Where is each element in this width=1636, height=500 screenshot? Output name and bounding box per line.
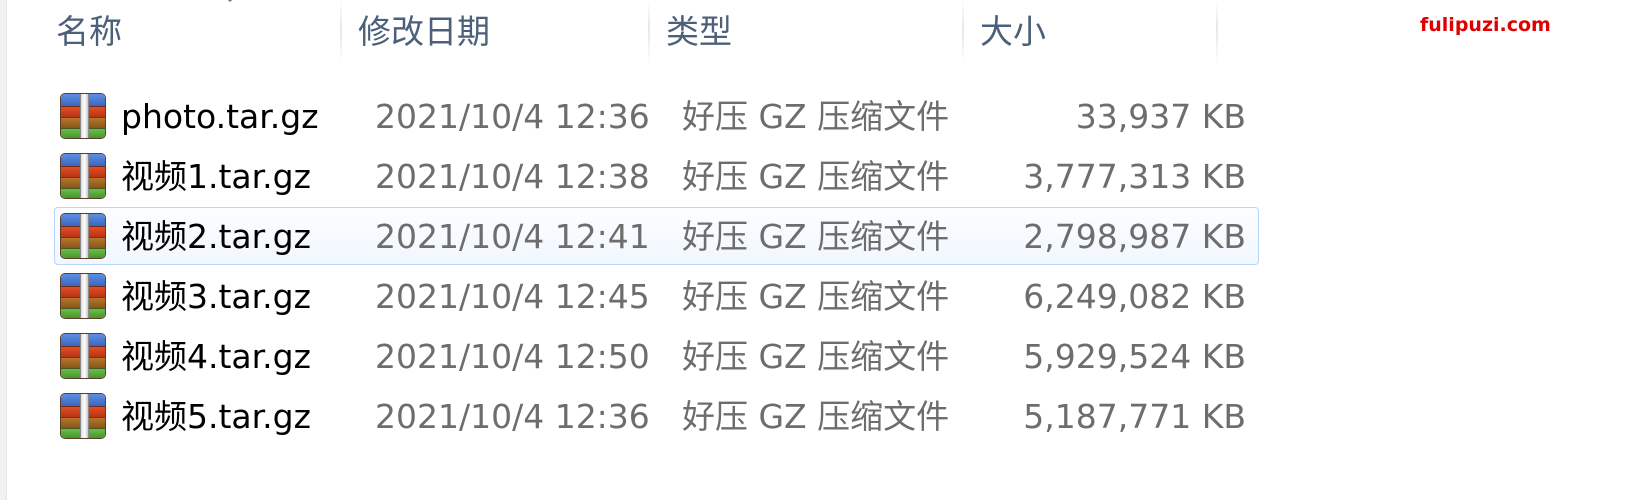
file-name: 视频2.tar.gz [121,217,311,256]
file-modified-date: 2021/10/4 12:50 [375,337,650,376]
file-size: 5,187,771 KB [1023,397,1246,436]
file-size: 6,249,082 KB [1023,277,1246,316]
archive-icon [60,393,106,439]
file-type: 好压 GZ 压缩文件 [682,97,950,136]
archive-icon [60,273,106,319]
file-size: 33,937 KB [1075,97,1246,136]
file-row[interactable]: 视频4.tar.gz 2021/10/4 12:50 好压 GZ 压缩文件 5,929… [54,327,1259,385]
file-row[interactable]: 视频5.tar.gz 2021/10/4 12:36 好压 GZ 压缩文件 5,187… [54,387,1259,445]
sort-descending-icon [223,0,237,2]
file-type: 好压 GZ 压缩文件 [682,277,950,316]
file-row[interactable]: 视频3.tar.gz 2021/10/4 12:45 好压 GZ 压缩文件 6,249… [54,267,1259,325]
file-size: 2,798,987 KB [1023,217,1246,256]
file-row[interactable]: 视频1.tar.gz 2021/10/4 12:38 好压 GZ 压缩文件 3,777… [54,147,1259,205]
file-modified-date: 2021/10/4 12:36 [375,97,650,136]
column-header-date-label: 修改日期 [358,12,490,51]
file-modified-date: 2021/10/4 12:45 [375,277,650,316]
file-size: 3,777,313 KB [1023,157,1246,196]
file-type: 好压 GZ 压缩文件 [682,157,950,196]
column-header: 名称 修改日期 类型 大小 [0,0,1270,64]
file-name: photo.tar.gz [121,97,319,136]
file-modified-date: 2021/10/4 12:38 [375,157,650,196]
file-type: 好压 GZ 压缩文件 [682,337,950,376]
file-name: 视频1.tar.gz [121,157,311,196]
file-row[interactable]: 视频2.tar.gz 2021/10/4 12:41 好压 GZ 压缩文件 2,798… [54,207,1259,265]
file-name: 视频3.tar.gz [121,277,311,316]
file-size: 5,929,524 KB [1023,337,1246,376]
watermark-text: fulipuzi.com [1420,14,1551,36]
column-header-type[interactable]: 类型 [650,0,964,64]
file-row[interactable]: photo.tar.gz 2021/10/4 12:36 好压 GZ 压缩文件 33,… [54,87,1259,145]
file-name: 视频4.tar.gz [121,337,311,376]
file-list-pane: 名称 修改日期 类型 大小 photo.tar.gz 2021/10/4 12:3… [0,0,1636,500]
column-header-size-label: 大小 [980,12,1046,51]
column-divider[interactable] [1216,0,1218,64]
file-modified-date: 2021/10/4 12:41 [375,217,650,256]
column-header-size[interactable]: 大小 [964,0,1218,64]
archive-icon [60,213,106,259]
archive-icon [60,333,106,379]
column-header-name-label: 名称 [56,12,122,51]
archive-icon [60,153,106,199]
pane-left-edge [0,0,7,500]
file-name: 视频5.tar.gz [121,397,311,436]
archive-icon [60,93,106,139]
file-type: 好压 GZ 压缩文件 [682,397,950,436]
column-header-name[interactable]: 名称 [40,0,342,64]
column-header-type-label: 类型 [666,12,732,51]
file-modified-date: 2021/10/4 12:36 [375,397,650,436]
file-type: 好压 GZ 压缩文件 [682,217,950,256]
column-header-date[interactable]: 修改日期 [342,0,650,64]
